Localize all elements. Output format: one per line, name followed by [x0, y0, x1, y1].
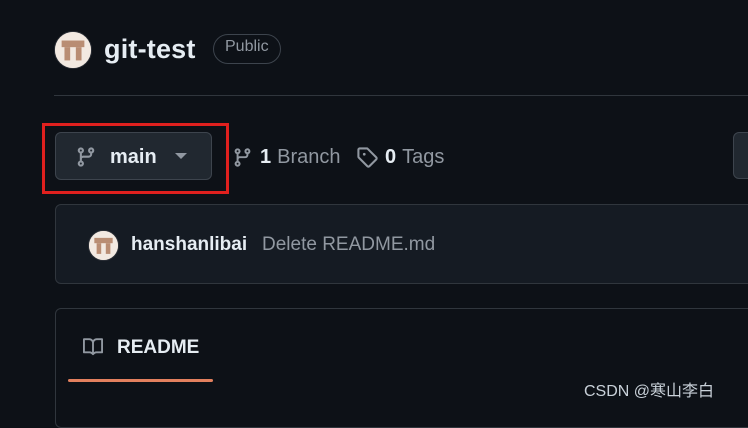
commit-author[interactable]: hanshanlibai [131, 234, 247, 256]
caret-down-icon [175, 153, 187, 159]
git-branch-icon [232, 147, 253, 168]
tab-readme[interactable]: README [68, 309, 213, 382]
tab-readme-underline [68, 379, 213, 382]
owner-avatar[interactable] [54, 31, 92, 69]
tags-link[interactable]: 0 Tags [356, 143, 444, 171]
header-divider [54, 95, 748, 96]
readme-card: README [55, 308, 748, 428]
tag-count-label: Tags [402, 145, 445, 168]
visibility-badge: Public [213, 34, 281, 64]
tag-count: 0 [385, 145, 397, 168]
branch-count: 1 [260, 145, 272, 168]
tab-readme-label: README [117, 337, 200, 358]
commit-author-avatar[interactable] [88, 230, 119, 261]
repo-name[interactable]: git-test [104, 34, 196, 65]
tag-icon [356, 146, 378, 168]
book-icon [81, 337, 105, 357]
go-to-file-button[interactable] [733, 132, 748, 179]
current-branch-label: main [110, 146, 157, 168]
owner-avatar-image [55, 32, 91, 68]
commit-author-avatar-image [89, 231, 118, 260]
latest-commit-card: hanshanlibai Delete README.md [55, 204, 748, 284]
branch-count-label: Branch [277, 145, 341, 168]
branch-selector-button[interactable]: main [55, 132, 212, 180]
git-branch-icon [75, 146, 97, 168]
branches-link[interactable]: 1 Branch [232, 143, 341, 171]
commit-message[interactable]: Delete README.md [262, 234, 435, 256]
watermark: CSDN @寒山李白 [584, 383, 715, 400]
